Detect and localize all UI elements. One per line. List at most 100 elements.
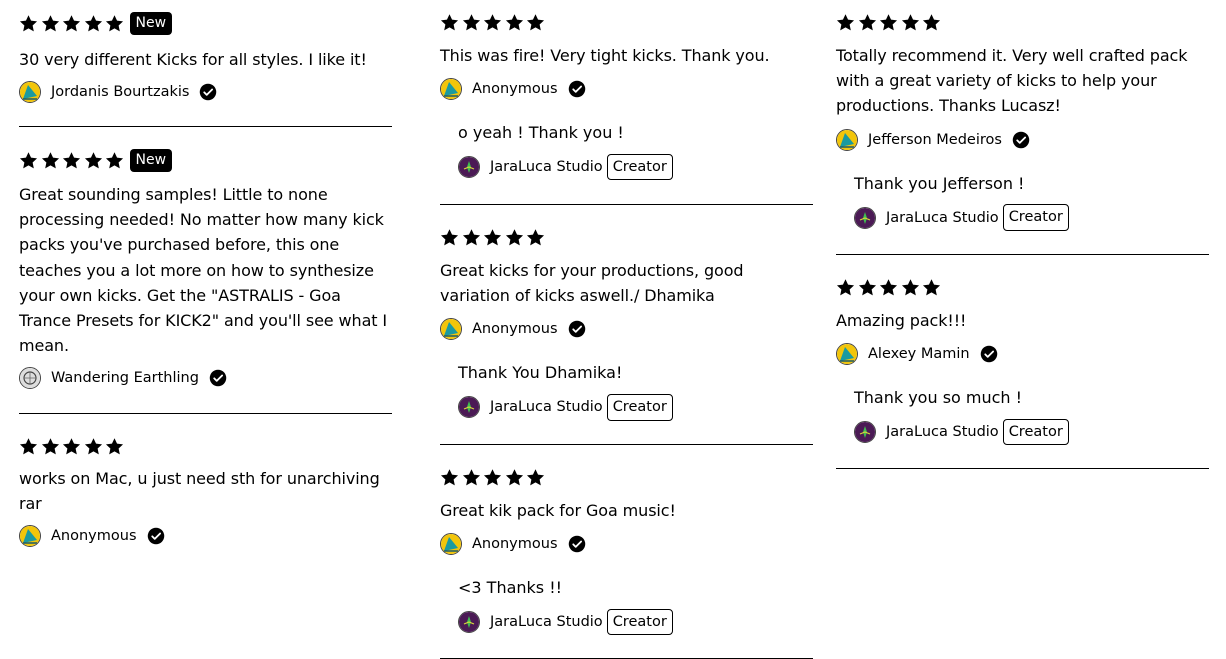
rating-stars — [440, 463, 813, 491]
review-author[interactable]: Alexey Mamin — [836, 342, 1209, 366]
rating-stars — [440, 223, 813, 251]
reply-text: Thank you so much ! — [854, 388, 1023, 408]
star-icon — [440, 228, 459, 247]
creator-author[interactable]: JaraLuca Studio Creator — [854, 416, 1209, 448]
creator-author[interactable]: JaraLuca Studio Creator — [854, 202, 1209, 234]
star-icon — [901, 13, 920, 32]
author-name[interactable]: Anonymous — [51, 528, 137, 544]
star-icon — [84, 437, 103, 456]
review-card: Totally recommend it. Very well crafted … — [836, 0, 1209, 255]
verified-check-icon — [568, 80, 586, 98]
verified-check-icon — [980, 345, 998, 363]
author-name[interactable]: Jefferson Medeiros — [868, 132, 1002, 148]
review-author[interactable]: Jordanis Bourtzakis — [19, 80, 392, 104]
new-badge: New — [129, 148, 173, 172]
star-icon — [858, 13, 877, 32]
author-name[interactable]: Anonymous — [472, 321, 558, 337]
review-card: New Great sounding samples! Little to no… — [19, 127, 392, 414]
brand-avatar — [836, 343, 858, 366]
new-badge: New — [129, 11, 173, 35]
rating-stars — [836, 273, 1209, 301]
star-icon — [105, 14, 124, 33]
star-icon — [922, 278, 941, 297]
reply-text: Thank you Jefferson ! — [854, 173, 1025, 193]
creator-reply: Thank you Jefferson ! JaraLuca Studio Cr… — [836, 172, 1209, 234]
creator-badge: Creator — [1002, 418, 1069, 446]
review-text: Amazing pack!!! — [836, 311, 967, 330]
author-name[interactable]: Alexey Mamin — [868, 346, 970, 362]
creator-avatar — [458, 156, 480, 179]
rating-stars — [836, 8, 1209, 36]
creator-name[interactable]: JaraLuca Studio — [886, 210, 999, 226]
review-text: This was fire! Very tight kicks. Thank y… — [440, 46, 770, 65]
creator-avatar — [458, 396, 480, 419]
review-card: Amazing pack!!! Alexey Mamin Thank you s… — [836, 255, 1209, 469]
review-author[interactable]: Anonymous — [19, 524, 392, 548]
star-icon — [922, 13, 941, 32]
star-icon — [836, 278, 855, 297]
star-icon — [62, 14, 81, 33]
review-card: New 30 very different Kicks for all styl… — [19, 0, 392, 127]
star-icon — [526, 228, 545, 247]
star-icon — [62, 151, 81, 170]
review-text: Great kicks for your productions, good v… — [440, 261, 744, 306]
creator-reply: <3 Thanks !! JaraLuca Studio Creator — [440, 576, 813, 638]
review-card: Great kicks for your productions, good v… — [440, 205, 813, 445]
star-icon — [505, 228, 524, 247]
creator-badge: Creator — [606, 153, 673, 181]
creator-avatar — [458, 611, 480, 634]
star-icon — [526, 468, 545, 487]
rating-stars: New — [19, 9, 392, 37]
review-author[interactable]: Anonymous — [440, 532, 813, 556]
creator-name[interactable]: JaraLuca Studio — [490, 159, 603, 175]
star-icon — [505, 468, 524, 487]
brand-avatar — [440, 78, 462, 101]
reviews-column-2: This was fire! Very tight kicks. Thank y… — [440, 0, 813, 659]
verified-check-icon — [568, 320, 586, 338]
creator-name[interactable]: JaraLuca Studio — [490, 614, 603, 630]
author-name[interactable]: Anonymous — [472, 536, 558, 552]
creator-avatar — [854, 421, 876, 444]
rating-stars — [19, 432, 392, 460]
star-icon — [483, 468, 502, 487]
star-icon — [483, 228, 502, 247]
star-icon — [105, 437, 124, 456]
review-author[interactable]: Anonymous — [440, 77, 813, 101]
review-card: This was fire! Very tight kicks. Thank y… — [440, 0, 813, 205]
review-card: Great kik pack for Goa music! Anonymous … — [440, 445, 813, 659]
creator-author[interactable]: JaraLuca Studio Creator — [458, 391, 813, 423]
review-author[interactable]: Anonymous — [440, 317, 813, 341]
creator-author[interactable]: JaraLuca Studio Creator — [458, 151, 813, 183]
reviews-column-3: Totally recommend it. Very well crafted … — [836, 0, 1209, 469]
creator-badge: Creator — [606, 608, 673, 636]
star-icon — [879, 278, 898, 297]
creator-author[interactable]: JaraLuca Studio Creator — [458, 606, 813, 638]
rating-stars: New — [19, 146, 392, 174]
creator-reply: Thank you so much ! JaraLuca Studio Crea… — [836, 386, 1209, 448]
verified-check-icon — [147, 527, 165, 545]
star-icon — [440, 13, 459, 32]
author-name[interactable]: Jordanis Bourtzakis — [51, 84, 189, 100]
review-text: 30 very different Kicks for all styles. … — [19, 50, 367, 69]
author-name[interactable]: Anonymous — [472, 81, 558, 97]
rating-stars — [440, 8, 813, 36]
creator-name[interactable]: JaraLuca Studio — [886, 424, 999, 440]
earth-avatar — [19, 367, 41, 390]
star-icon — [836, 13, 855, 32]
creator-badge: Creator — [1002, 204, 1069, 231]
star-icon — [19, 151, 38, 170]
creator-avatar — [854, 206, 876, 229]
review-author[interactable]: Wandering Earthling — [19, 366, 392, 390]
brand-avatar — [440, 533, 462, 556]
review-author[interactable]: Jefferson Medeiros — [836, 128, 1209, 152]
star-icon — [19, 437, 38, 456]
star-icon — [505, 13, 524, 32]
author-name[interactable]: Wandering Earthling — [51, 370, 199, 386]
review-card: works on Mac, u just need sth for unarch… — [19, 414, 392, 548]
star-icon — [440, 468, 459, 487]
star-icon — [19, 14, 38, 33]
star-icon — [462, 228, 481, 247]
star-icon — [41, 151, 60, 170]
creator-name[interactable]: JaraLuca Studio — [490, 399, 603, 415]
star-icon — [84, 151, 103, 170]
